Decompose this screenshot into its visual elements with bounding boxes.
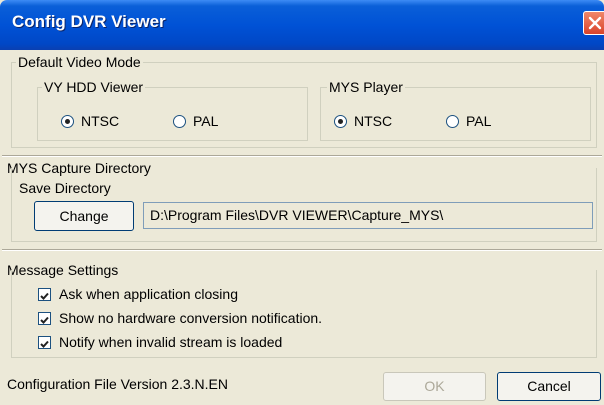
capture-path-field[interactable]: D:\Program Files\DVR VIEWER\Capture_MYS\: [143, 202, 593, 229]
invalid-stream-label: Notify when invalid stream is loaded: [59, 334, 283, 350]
window-title: Config DVR Viewer: [12, 12, 166, 31]
vy-hdd-ntsc-radio[interactable]: NTSC: [61, 113, 119, 129]
mys-ntsc-radio[interactable]: NTSC: [334, 113, 392, 129]
change-button[interactable]: Change: [34, 201, 134, 231]
mys-pal-label: PAL: [466, 113, 492, 129]
vy-hdd-pal-radio[interactable]: PAL: [173, 113, 218, 129]
separator: [2, 249, 602, 251]
close-button[interactable]: [583, 11, 604, 35]
config-dialog: Config DVR Viewer Default Video Mode VY …: [0, 0, 604, 405]
mys-ntsc-label: NTSC: [354, 113, 393, 129]
hw-conversion-checkbox[interactable]: Show no hardware conversion notification…: [38, 310, 322, 326]
mys-pal-radio[interactable]: PAL: [446, 113, 491, 129]
radio-unselected-icon: [173, 114, 186, 128]
radio-selected-icon: [334, 114, 347, 128]
title-bar: Config DVR Viewer: [0, 0, 604, 50]
version-text: Configuration File Version 2.3.N.EN: [7, 376, 228, 392]
checkmark-icon: [38, 311, 51, 325]
radio-unselected-icon: [446, 114, 459, 128]
vy-hdd-pal-label: PAL: [193, 113, 219, 129]
checkmark-icon: [38, 287, 51, 301]
vy-hdd-legend: VY HDD Viewer: [42, 79, 146, 95]
ask-closing-label: Ask when application closing: [59, 286, 238, 302]
checkmark-icon: [38, 335, 51, 349]
vy-hdd-ntsc-label: NTSC: [81, 113, 120, 129]
separator: [2, 155, 602, 157]
save-directory-label: Save Directory: [19, 180, 111, 196]
hw-conversion-label: Show no hardware conversion notification…: [59, 310, 323, 326]
radio-selected-icon: [61, 114, 74, 128]
close-icon: [588, 16, 602, 30]
invalid-stream-checkbox[interactable]: Notify when invalid stream is loaded: [38, 334, 282, 350]
cancel-button[interactable]: Cancel: [497, 372, 601, 401]
ask-closing-checkbox[interactable]: Ask when application closing: [38, 286, 238, 302]
mys-player-legend: MYS Player: [327, 79, 405, 95]
ok-button[interactable]: OK: [383, 372, 486, 401]
video-mode-legend: Default Video Mode: [16, 54, 143, 70]
